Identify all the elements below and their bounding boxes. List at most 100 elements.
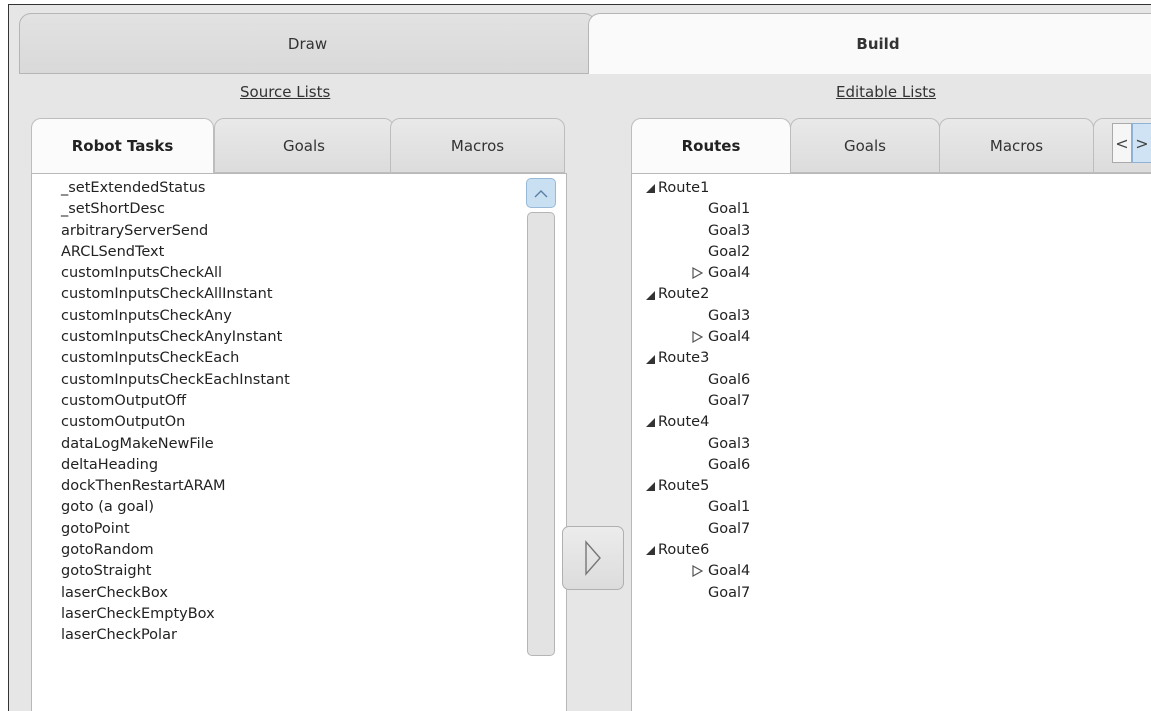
route-node[interactable]: Route5 — [646, 476, 750, 497]
tab-draw[interactable]: Draw — [19, 13, 596, 74]
list-item[interactable]: customInputsCheckAllInstant — [61, 284, 290, 305]
goal-label: Goal7 — [708, 520, 751, 537]
goal-node[interactable]: Goal7 — [646, 583, 750, 604]
goal-node[interactable]: Goal1 — [646, 497, 750, 518]
source-lists-link[interactable]: Source Lists — [240, 83, 330, 101]
tab-scroll-arrows: < > — [1112, 123, 1151, 163]
goal-label: Goal3 — [708, 435, 751, 452]
list-item[interactable]: customInputsCheckAnyInstant — [61, 327, 290, 348]
list-item[interactable]: customOutputOff — [61, 391, 290, 412]
tab-draw-label: Draw — [287, 34, 328, 53]
routes-tree: Route1 Goal1 Goal3 Goal2 Goal4 Route2 Goal3 Goa… — [646, 178, 750, 604]
route-node[interactable]: Route2 — [646, 284, 750, 305]
goal-label: Goal6 — [708, 456, 751, 473]
list-item[interactable]: laserCheckEmptyBox — [61, 604, 290, 625]
expanded-triangle-icon[interactable] — [646, 184, 655, 194]
list-item[interactable]: customOutputOn — [61, 412, 290, 433]
goal-node[interactable]: Goal6 — [646, 455, 750, 476]
list-item[interactable]: _setExtendedStatus — [61, 178, 290, 199]
tab-build-label: Build — [856, 35, 900, 53]
tab-divider — [19, 73, 596, 74]
tab-editable-macros[interactable]: Macros — [939, 118, 1094, 173]
list-item[interactable]: laserCheckBox — [61, 583, 290, 604]
add-to-route-button[interactable] — [562, 526, 624, 590]
chevron-right-icon: > — [1135, 133, 1149, 153]
route-node[interactable]: Route4 — [646, 412, 750, 433]
chevron-up-icon — [534, 189, 548, 197]
goal-label: Goal7 — [708, 392, 751, 409]
tab-source-macros-label: Macros — [450, 136, 505, 155]
tab-editable-goals-label: Goals — [844, 136, 886, 155]
route-label: Route4 — [658, 414, 710, 431]
goal-label: Goal7 — [708, 584, 751, 601]
list-item[interactable]: customInputsCheckAny — [61, 306, 290, 327]
list-item[interactable]: customInputsCheckEachInstant — [61, 370, 290, 391]
scrollbar-thumb[interactable] — [527, 212, 555, 656]
robot-tasks-list-box: _setExtendedStatus _setShortDesc arbitrary… — [31, 173, 567, 711]
tab-routes-label: Routes — [681, 137, 741, 155]
list-item[interactable]: gotoStraight — [61, 561, 290, 582]
goal-label: Goal6 — [708, 371, 751, 388]
collapsed-triangle-icon[interactable] — [692, 331, 703, 344]
tab-scroll-left-button[interactable]: < — [1112, 123, 1132, 163]
expanded-triangle-icon[interactable] — [646, 354, 655, 364]
goal-label: Goal4 — [708, 329, 751, 346]
tab-scroll-right-button[interactable]: > — [1132, 123, 1151, 163]
list-item[interactable]: customInputsCheckAll — [61, 263, 290, 284]
tab-routes[interactable]: Routes — [631, 118, 791, 173]
route-label: Route2 — [658, 286, 710, 303]
goal-node[interactable]: Goal3 — [646, 221, 750, 242]
goal-node[interactable]: Goal7 — [646, 519, 750, 540]
goal-node[interactable]: Goal4 — [646, 263, 750, 284]
list-item[interactable]: laserCheckPolar — [61, 625, 290, 646]
list-item[interactable]: ARCLSendText — [61, 242, 290, 263]
route-node[interactable]: Route1 — [646, 178, 750, 199]
tab-editable-goals[interactable]: Goals — [790, 118, 940, 173]
tab-source-macros[interactable]: Macros — [390, 118, 565, 173]
list-item[interactable]: _setShortDesc — [61, 199, 290, 220]
expanded-triangle-icon[interactable] — [646, 290, 655, 300]
expanded-triangle-icon[interactable] — [646, 546, 655, 556]
goal-node[interactable]: Goal1 — [646, 199, 750, 220]
collapsed-triangle-icon[interactable] — [692, 565, 703, 578]
list-item[interactable]: dataLogMakeNewFile — [61, 434, 290, 455]
list-item[interactable]: goto (a goal) — [61, 497, 290, 518]
goal-label: Goal1 — [708, 499, 751, 516]
route-node[interactable]: Route3 — [646, 348, 750, 369]
goal-node[interactable]: Goal6 — [646, 370, 750, 391]
collapsed-triangle-icon[interactable] — [692, 267, 703, 280]
expanded-triangle-icon[interactable] — [646, 418, 655, 428]
list-item[interactable]: customInputsCheckEach — [61, 348, 290, 369]
arrow-right-icon — [585, 540, 601, 576]
scroll-up-button[interactable] — [526, 178, 556, 208]
goal-node[interactable]: Goal4 — [646, 327, 750, 348]
goal-label: Goal3 — [708, 222, 751, 239]
route-node[interactable]: Route6 — [646, 540, 750, 561]
tab-robot-tasks[interactable]: Robot Tasks — [31, 118, 214, 173]
tab-robot-tasks-label: Robot Tasks — [71, 137, 174, 155]
list-item[interactable]: gotoRandom — [61, 540, 290, 561]
route-label: Route1 — [658, 180, 710, 196]
tab-build[interactable]: Build — [588, 13, 1151, 74]
list-item[interactable]: arbitraryServerSend — [61, 221, 290, 242]
route-builder-window: Draw Build Source Lists Editable Lists R… — [8, 4, 1151, 711]
routes-tree-box: Route1 Goal1 Goal3 Goal2 Goal4 Route2 Goal3 Goa… — [631, 173, 1151, 711]
goal-node[interactable]: Goal3 — [646, 306, 750, 327]
expanded-triangle-icon[interactable] — [646, 482, 655, 492]
list-item[interactable]: deltaHeading — [61, 455, 290, 476]
editable-lists-link[interactable]: Editable Lists — [836, 83, 936, 101]
tab-editable-macros-label: Macros — [989, 136, 1044, 155]
goal-node[interactable]: Goal7 — [646, 391, 750, 412]
goal-label: Goal4 — [708, 563, 751, 580]
goal-node[interactable]: Goal3 — [646, 434, 750, 455]
goal-label: Goal2 — [708, 243, 751, 260]
vertical-scrollbar[interactable] — [526, 178, 556, 711]
goal-node[interactable]: Goal2 — [646, 242, 750, 263]
tab-source-goals[interactable]: Goals — [214, 118, 394, 173]
goal-node[interactable]: Goal4 — [646, 561, 750, 582]
route-label: Route3 — [658, 350, 710, 367]
goal-label: Goal1 — [708, 201, 751, 218]
robot-tasks-list: _setExtendedStatus _setShortDesc arbitrary… — [61, 178, 290, 647]
list-item[interactable]: gotoPoint — [61, 519, 290, 540]
list-item[interactable]: dockThenRestartARAM — [61, 476, 290, 497]
